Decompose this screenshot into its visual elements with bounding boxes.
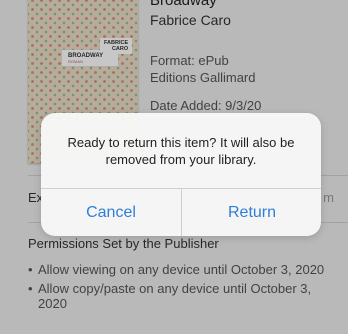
return-button[interactable]: Return	[182, 189, 321, 236]
cancel-button[interactable]: Cancel	[41, 189, 181, 236]
return-confirmation-alert: Ready to return this item? It will also …	[41, 113, 321, 236]
alert-message: Ready to return this item? It will also …	[67, 135, 295, 167]
